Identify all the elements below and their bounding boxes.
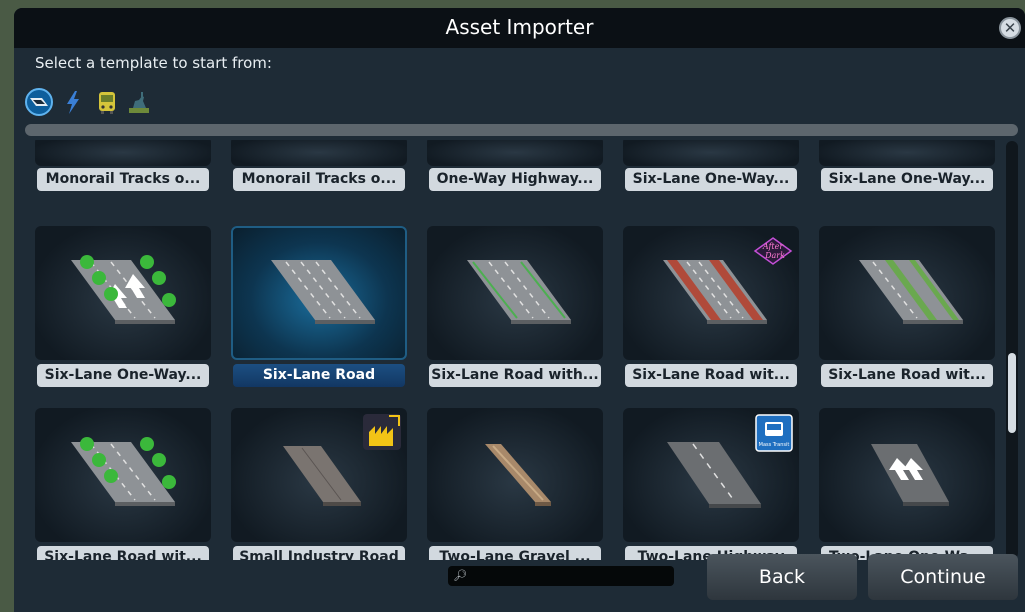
- template-label: Six-Lane Road wit...: [625, 364, 797, 387]
- bus-category-icon[interactable]: [93, 88, 121, 116]
- mass-transit-badge-icon: Mass Transit: [755, 414, 793, 456]
- template-thumbnail: [427, 140, 603, 166]
- template-label: Six-Lane Road wit...: [37, 546, 209, 560]
- horizontal-scrollbar[interactable]: [25, 124, 1018, 136]
- template-tile[interactable]: Small Industry Road: [231, 408, 407, 560]
- scrollbar-thumb[interactable]: [1008, 353, 1016, 433]
- search-input[interactable]: [466, 566, 670, 588]
- template-label: Six-Lane One-Way...: [625, 168, 797, 191]
- template-thumbnail: [427, 408, 603, 542]
- title-bar: Asset Importer: [14, 8, 1025, 48]
- template-prompt: Select a template to start from:: [35, 54, 272, 72]
- template-grid: Monorail Tracks o... Monorail Tracks o..…: [25, 140, 1003, 560]
- roads-category-icon[interactable]: [25, 88, 53, 116]
- svg-text:After: After: [762, 242, 785, 251]
- close-button[interactable]: ✕: [999, 17, 1021, 39]
- vertical-scrollbar[interactable]: [1006, 141, 1018, 559]
- industry-dlc-badge-icon: [361, 412, 403, 456]
- road-trees-image: [71, 437, 176, 506]
- template-tile[interactable]: Mass Transit Two-Lane Highway: [623, 408, 799, 560]
- template-label: Monorail Tracks o...: [37, 168, 209, 191]
- svg-text:Dark: Dark: [764, 251, 785, 260]
- lightning-category-icon[interactable]: [59, 88, 87, 116]
- template-label: Six-Lane Road wit...: [821, 364, 993, 387]
- template-tile[interactable]: Two-Lane One-Wa...: [819, 408, 995, 560]
- continue-button[interactable]: Continue: [868, 554, 1018, 600]
- template-label: Six-Lane Road: [233, 364, 405, 387]
- template-tile[interactable]: Six-Lane Road with...: [427, 226, 603, 388]
- template-label: Two-Lane Gravel ...: [429, 546, 601, 560]
- six-lane-road-image: [271, 260, 375, 324]
- template-thumbnail: [819, 408, 995, 542]
- close-icon: ✕: [1003, 19, 1017, 37]
- template-thumbnail: [819, 226, 995, 360]
- template-thumbnail: [623, 140, 799, 166]
- template-tile[interactable]: Six-Lane Road wit...: [819, 226, 995, 388]
- search-icon: 🔎︎: [453, 569, 467, 582]
- road-green-lines-image: [467, 260, 571, 324]
- template-thumbnail: [231, 140, 407, 166]
- template-thumbnail: [35, 226, 211, 360]
- template-label: Small Industry Road: [233, 546, 405, 560]
- template-label: Six-Lane Road with...: [429, 364, 601, 387]
- svg-text:Mass Transit: Mass Transit: [759, 442, 790, 448]
- template-tile[interactable]: After Dark Six-Lane Road wit...: [623, 226, 799, 388]
- road-trees-arrows-image: [71, 255, 176, 324]
- template-tile[interactable]: Six-Lane One-Way...: [35, 226, 211, 388]
- road-green-median-image: [859, 260, 963, 324]
- back-button[interactable]: Back: [707, 554, 857, 600]
- template-label: Six-Lane One-Way...: [821, 168, 993, 191]
- template-label: Monorail Tracks o...: [233, 168, 405, 191]
- template-thumbnail: [231, 226, 407, 360]
- template-thumbnail: [35, 140, 211, 166]
- dialog-title: Asset Importer: [445, 15, 594, 39]
- statue-category-icon[interactable]: [125, 88, 153, 116]
- template-tile-selected[interactable]: Six-Lane Road: [231, 226, 407, 388]
- template-tile[interactable]: Two-Lane Gravel ...: [427, 408, 603, 560]
- template-thumbnail: [427, 226, 603, 360]
- template-thumbnail: [35, 408, 211, 542]
- template-label: One-Way Highway...: [429, 168, 601, 191]
- template-tile[interactable]: Six-Lane Road wit...: [35, 408, 211, 560]
- template-thumbnail: [819, 140, 995, 166]
- asset-importer-dialog: Asset Importer ✕ Select a template to st…: [14, 8, 1025, 612]
- search-field[interactable]: 🔎︎: [448, 566, 674, 588]
- two-lane-one-way-image: [871, 444, 949, 506]
- template-label: Six-Lane One-Way...: [37, 364, 209, 387]
- gravel-road-image: [485, 444, 551, 506]
- after-dark-badge-icon: After Dark: [753, 236, 793, 270]
